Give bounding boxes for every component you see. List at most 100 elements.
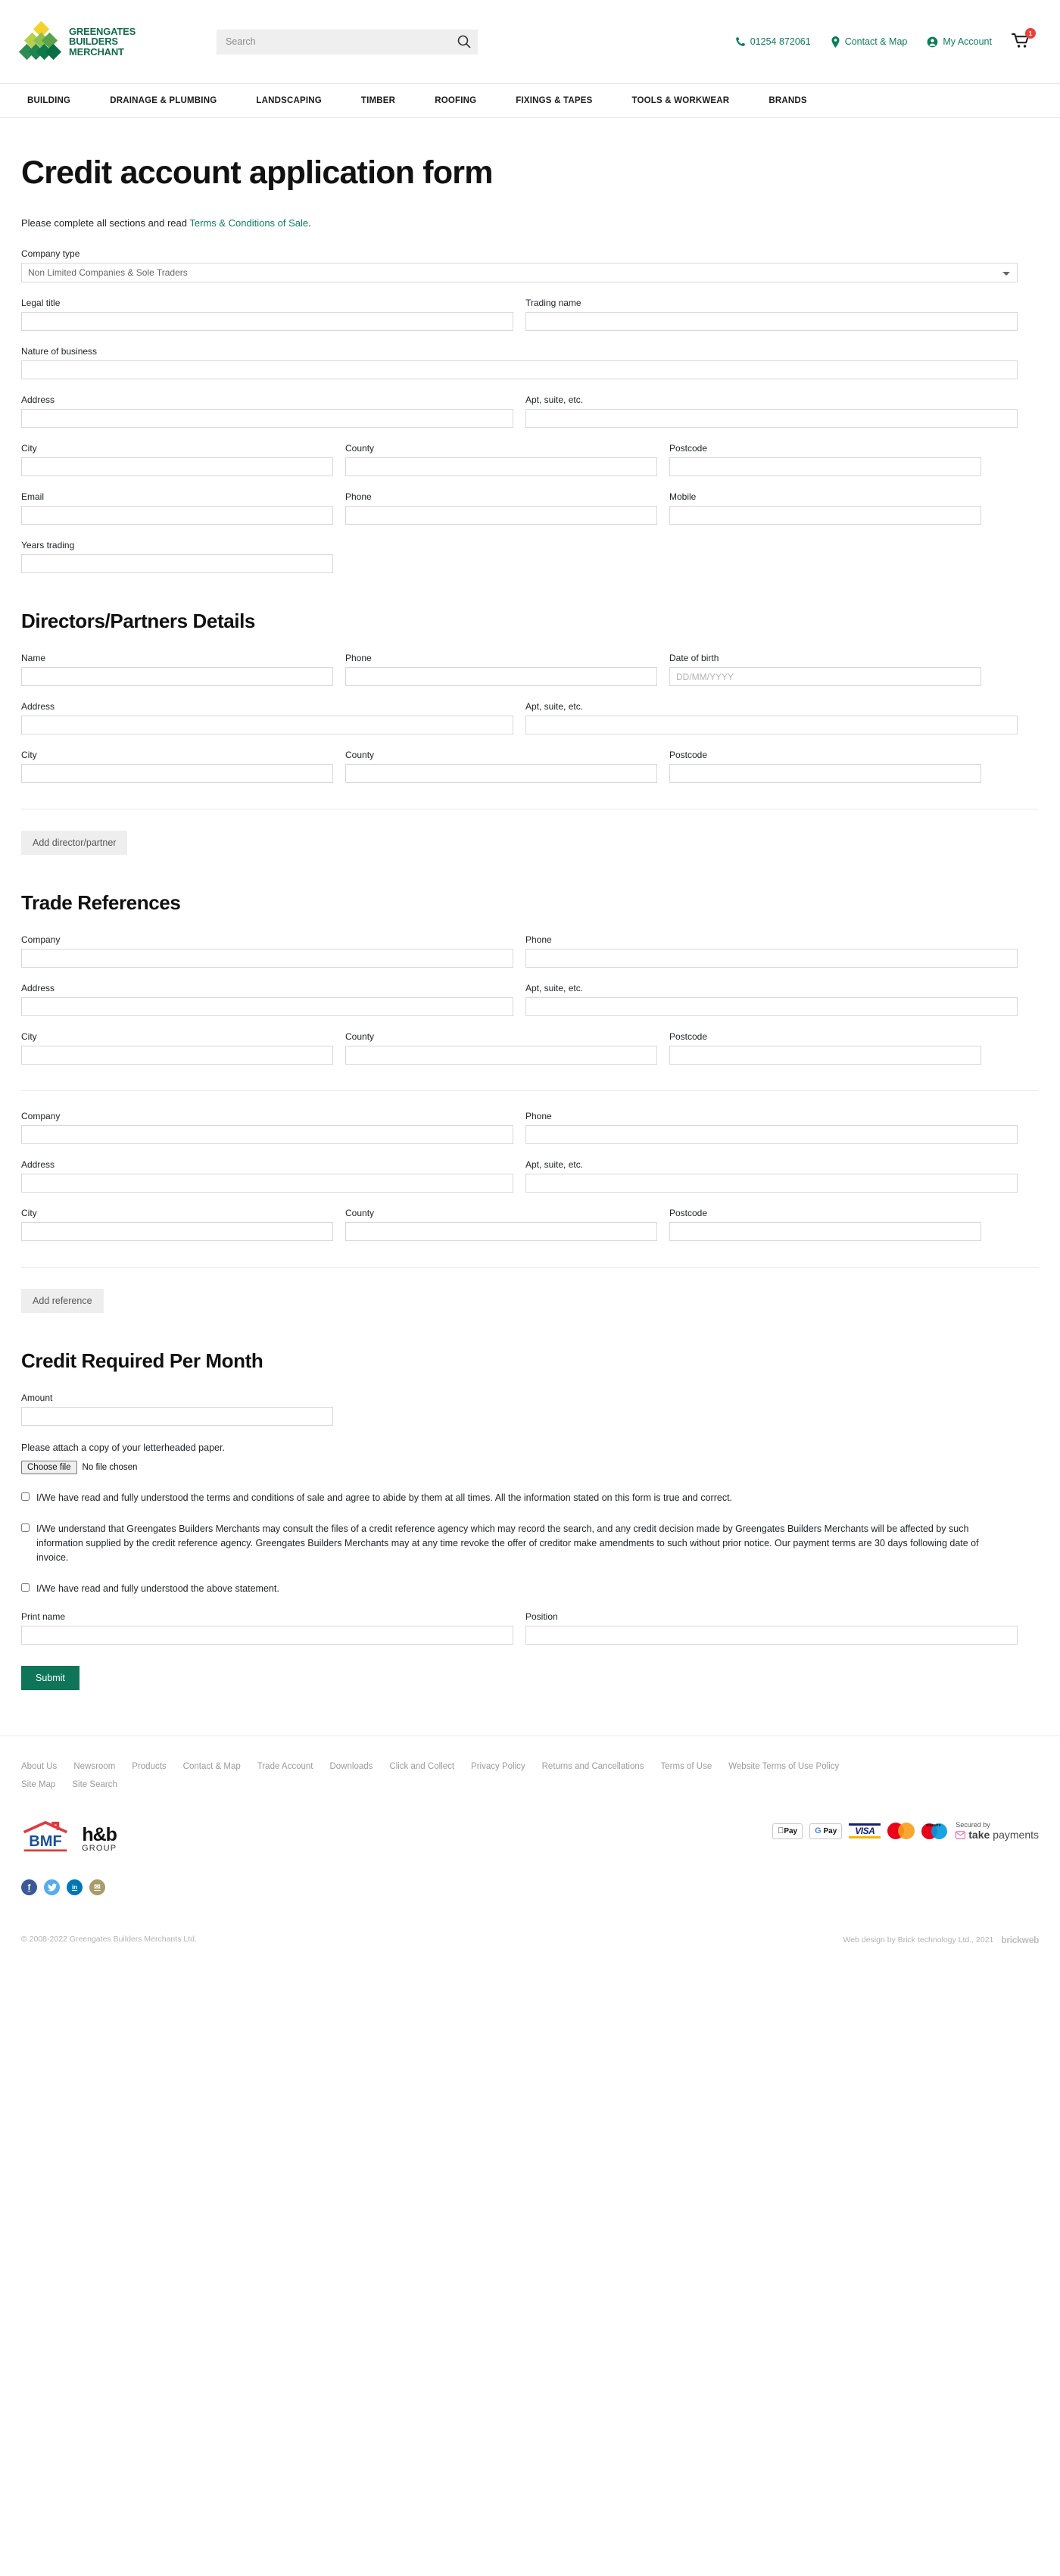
legal-title-input[interactable] — [21, 312, 513, 331]
footer-link-about-us[interactable]: About Us — [21, 1762, 57, 1771]
add-reference-button[interactable]: Add reference — [21, 1289, 104, 1313]
reference2-apt-label: Apt, suite, etc. — [525, 1159, 584, 1170]
email-icon[interactable]: ✉ — [89, 1879, 105, 1895]
phone-link[interactable]: 01254 872061 — [735, 36, 811, 47]
reference2-city-input[interactable] — [21, 1222, 333, 1241]
reference1-apt-input[interactable] — [525, 997, 1018, 1016]
reference1-postcode-input[interactable] — [669, 1046, 981, 1065]
credit-heading: Credit Required Per Month — [21, 1349, 263, 1372]
company-postcode-input[interactable] — [669, 457, 981, 476]
company-address-label: Address — [21, 395, 55, 405]
director-name-input[interactable] — [21, 667, 333, 686]
reference1-company-input[interactable] — [21, 949, 513, 968]
reference2-county-input[interactable] — [345, 1222, 657, 1241]
site-logo[interactable]: GREENGATES BUILDERS MERCHANT — [18, 20, 195, 61]
copyright-text: © 2008-2022 Greengates Builders Merchant… — [21, 1935, 197, 1944]
footer-link-trade-account[interactable]: Trade Account — [257, 1762, 313, 1771]
company-mobile-input[interactable] — [669, 506, 981, 525]
nav-item-building[interactable]: BUILDING — [8, 96, 90, 105]
footer-link-privacy[interactable]: Privacy Policy — [471, 1762, 525, 1771]
company-county-input[interactable] — [345, 457, 657, 476]
print-name-input[interactable] — [21, 1626, 513, 1645]
amount-input[interactable] — [21, 1407, 333, 1426]
director-county-input[interactable] — [345, 764, 657, 783]
my-account-link[interactable]: My Account — [927, 36, 992, 48]
footer-link-returns[interactable]: Returns and Cancellations — [542, 1762, 644, 1771]
director-apt-input[interactable] — [525, 716, 1018, 734]
footer-link-downloads[interactable]: Downloads — [329, 1762, 373, 1771]
director-postcode-label: Postcode — [669, 750, 708, 760]
reference2-apt-input[interactable] — [525, 1174, 1018, 1193]
contact-map-link[interactable]: Contact & Map — [831, 36, 907, 48]
director-dob-input[interactable] — [669, 667, 981, 686]
reference2-postcode-input[interactable] — [669, 1222, 981, 1241]
nav-item-drainage[interactable]: DRAINAGE & PLUMBING — [90, 96, 236, 105]
cart-button[interactable]: 1 — [1012, 28, 1036, 51]
company-type-field: Company type Non Limited Companies & Sol… — [21, 248, 1018, 282]
terms-link[interactable]: Terms & Conditions of Sale — [189, 217, 308, 229]
position-input[interactable] — [525, 1626, 1018, 1645]
search-input[interactable] — [217, 29, 478, 55]
reference1-address-input[interactable] — [21, 997, 513, 1016]
company-phone-input[interactable] — [345, 506, 657, 525]
twitter-icon[interactable] — [44, 1879, 60, 1895]
reference1-county-input[interactable] — [345, 1046, 657, 1065]
footer-link-terms-of-use[interactable]: Terms of Use — [661, 1762, 712, 1771]
nav-item-timber[interactable]: TIMBER — [341, 96, 415, 105]
director-phone-input[interactable] — [345, 667, 657, 686]
terms-checkbox-row-1: I/We have read and fully understood the … — [21, 1491, 1039, 1505]
logo-line-2: BUILDERS — [69, 36, 118, 48]
terms-checkbox-3[interactable] — [21, 1583, 30, 1592]
reference2-phone-field: Phone — [525, 1111, 1018, 1144]
footer-link-site-search[interactable]: Site Search — [72, 1780, 117, 1789]
footer-link-newsroom[interactable]: Newsroom — [73, 1762, 115, 1771]
company-address-input[interactable] — [21, 409, 513, 428]
reference2-company-input[interactable] — [21, 1125, 513, 1144]
nav-item-fixings[interactable]: FIXINGS & TAPES — [496, 96, 612, 105]
company-type-select[interactable]: Non Limited Companies & Sole Traders — [21, 263, 1018, 282]
footer-link-contact-map[interactable]: Contact & Map — [183, 1762, 241, 1771]
reference1-city-input[interactable] — [21, 1046, 333, 1065]
nature-field: Nature of business — [21, 346, 1018, 379]
footer-link-click-collect[interactable]: Click and Collect — [389, 1762, 454, 1771]
add-director-button[interactable]: Add director/partner — [21, 831, 128, 855]
terms-checkbox-2[interactable] — [21, 1523, 30, 1532]
nav-item-landscaping[interactable]: LANDSCAPING — [236, 96, 341, 105]
submit-button[interactable]: Submit — [21, 1666, 80, 1690]
director-phone-label: Phone — [345, 653, 372, 663]
print-name-label: Print name — [21, 1611, 66, 1622]
search-button[interactable] — [457, 34, 472, 49]
footer-link-site-map[interactable]: Site Map — [21, 1780, 55, 1789]
linkedin-icon[interactable]: in — [67, 1879, 83, 1895]
company-city-input[interactable] — [21, 457, 333, 476]
director-address-input[interactable] — [21, 716, 513, 734]
director-city-input[interactable] — [21, 764, 333, 783]
years-trading-input[interactable] — [21, 554, 333, 573]
reference2-phone-input[interactable] — [525, 1125, 1018, 1144]
terms-checkbox-row-3: I/We have read and fully understood the … — [21, 1582, 1039, 1596]
nature-input[interactable] — [21, 360, 1018, 379]
nav-item-brands[interactable]: BRANDS — [749, 96, 826, 105]
trading-name-input[interactable] — [525, 312, 1018, 331]
choose-file-button[interactable]: Choose file — [21, 1461, 77, 1474]
facebook-icon[interactable]: f — [21, 1879, 37, 1895]
terms-checkbox-label-1: I/We have read and fully understood the … — [36, 1492, 733, 1503]
reference2-address-input[interactable] — [21, 1174, 513, 1193]
footer-link-website-terms[interactable]: Website Terms of Use Policy — [728, 1762, 887, 1771]
director-postcode-input[interactable] — [669, 764, 981, 783]
reference1-phone-input[interactable] — [525, 949, 1018, 968]
nav-item-roofing[interactable]: ROOFING — [415, 96, 496, 105]
footer-link-products[interactable]: Products — [132, 1762, 166, 1771]
reference2-address-field: Address — [21, 1159, 513, 1193]
company-email-input[interactable] — [21, 506, 333, 525]
nav-item-tools[interactable]: TOOLS & WORKWEAR — [612, 96, 749, 105]
terms-checkbox-1[interactable] — [21, 1492, 30, 1501]
company-apt-input[interactable] — [525, 409, 1018, 428]
